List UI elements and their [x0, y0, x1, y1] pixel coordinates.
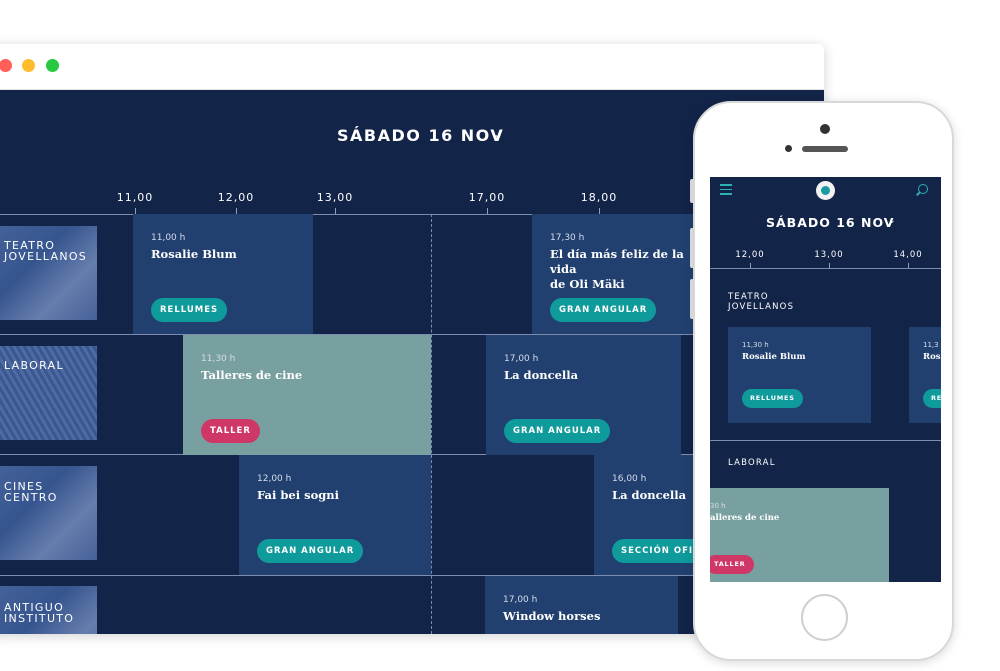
phone-camera — [820, 124, 830, 134]
venue-label: TEATRO JOVELLANOS — [4, 239, 88, 263]
event-time: 17,00 h — [503, 595, 538, 605]
event-tag[interactable]: GRAN ANGULAR — [257, 539, 364, 563]
event-time: 12,00 h — [257, 474, 292, 484]
event-tag[interactable]: RE — [923, 389, 941, 408]
event-card[interactable]: 17,30 h El día más feliz de la vida de O… — [532, 214, 702, 334]
event-card[interactable]: 17,00 h La doncella GRAN ANGULAR — [486, 335, 681, 455]
row-divider — [710, 440, 941, 441]
time-tick: 14,00 — [893, 250, 923, 260]
phone-mute-switch — [690, 179, 694, 203]
phone-home-button[interactable] — [801, 594, 848, 641]
browser-title-bar — [0, 44, 824, 90]
event-card[interactable]: 11,3 Ros RE — [909, 327, 941, 423]
phone-sensor — [785, 145, 792, 152]
time-tick: 13,00 — [316, 191, 354, 204]
venue-label: LABORAL — [728, 458, 776, 468]
event-card[interactable]: 11,30 h Talleres de cine TALLER — [183, 335, 431, 455]
event-tag[interactable]: GRAN ANGULAR — [504, 419, 611, 443]
time-tick: 18,00 — [580, 191, 618, 204]
event-tag[interactable]: TALLER — [201, 419, 260, 443]
event-title: El día más feliz de la vida de Oli Mäki — [550, 247, 684, 291]
event-tag[interactable]: GRAN ANGULAR — [550, 298, 657, 322]
phone-volume-up — [690, 228, 694, 268]
minimize-window-button[interactable] — [22, 59, 35, 72]
event-title: Rosalie Blum — [742, 352, 806, 362]
event-title: La doncella — [612, 488, 687, 502]
time-tick: 13,00 — [814, 250, 844, 260]
day-selector[interactable]: SÁBADO 16 NOV — [337, 126, 504, 145]
venue-label: TEATRO JOVELLANOS — [728, 292, 795, 312]
time-tick: 17,00 — [468, 191, 506, 204]
venue-label: CINES CENTRO — [4, 480, 58, 504]
event-title: Fai bei sogni — [257, 488, 340, 502]
time-tick: 12,00 — [735, 250, 765, 260]
time-tick: 12,00 — [217, 191, 255, 204]
venue-label: LABORAL — [4, 359, 64, 372]
event-card[interactable]: 17,00 h Window horses — [485, 576, 678, 634]
search-icon[interactable] — [918, 184, 928, 194]
event-tag[interactable]: TALLER — [710, 555, 754, 574]
event-time: 11,30 h — [742, 341, 769, 349]
event-card[interactable]: 16,00 h La doncella SECCIÓN OFICI — [594, 455, 704, 575]
event-title: alleres de cine — [710, 513, 780, 523]
time-gap-marker — [431, 214, 432, 634]
close-window-button[interactable] — [0, 59, 12, 72]
event-time: 30 h — [710, 502, 726, 510]
event-title: La doncella — [504, 368, 579, 382]
phone-mockup: SÁBADO 16 NOV ⌄ 12,00 13,00 14,00 TEATRO… — [690, 101, 954, 661]
event-card[interactable]: 11,30 h Rosalie Blum RELLUMES — [728, 327, 871, 423]
event-tag[interactable]: SECCIÓN OFICI — [612, 539, 704, 563]
hamburger-menu-icon[interactable] — [720, 184, 732, 198]
event-time: 16,00 h — [612, 474, 647, 484]
event-time: 17,30 h — [550, 233, 585, 243]
event-title: Talleres de cine — [201, 368, 303, 382]
event-time: 11,30 h — [201, 354, 236, 364]
event-title: Ros — [923, 352, 941, 362]
event-title: Rosalie Blum — [151, 247, 237, 261]
maximize-window-button[interactable] — [46, 59, 59, 72]
event-tag[interactable]: RELLUMES — [742, 389, 803, 408]
venue-label: ANTIGUO INSTITUTO — [4, 601, 75, 625]
row-divider — [710, 268, 941, 269]
time-tick: 11,00 — [116, 191, 154, 204]
event-card[interactable]: 11,00 h Rosalie Blum RELLUMES — [133, 214, 313, 334]
event-time: 11,00 h — [151, 233, 186, 243]
eye-logo-icon[interactable] — [816, 181, 835, 200]
mobile-schedule-view: SÁBADO 16 NOV ⌄ 12,00 13,00 14,00 TEATRO… — [710, 177, 941, 582]
phone-speaker — [802, 146, 848, 152]
chevron-down-icon[interactable]: ⌄ — [888, 216, 896, 226]
event-card[interactable]: 12,00 h Fai bei sogni GRAN ANGULAR — [239, 455, 431, 575]
event-time: 17,00 h — [504, 354, 539, 364]
day-selector[interactable]: SÁBADO 16 NOV — [766, 215, 894, 230]
event-title: Window horses — [503, 609, 601, 623]
phone-volume-down — [690, 279, 694, 319]
event-card[interactable]: 30 h alleres de cine TALLER — [710, 488, 889, 582]
event-time: 11,3 — [923, 341, 939, 349]
event-tag[interactable]: RELLUMES — [151, 298, 228, 322]
chevron-down-icon[interactable]: ⌄ — [493, 127, 503, 141]
